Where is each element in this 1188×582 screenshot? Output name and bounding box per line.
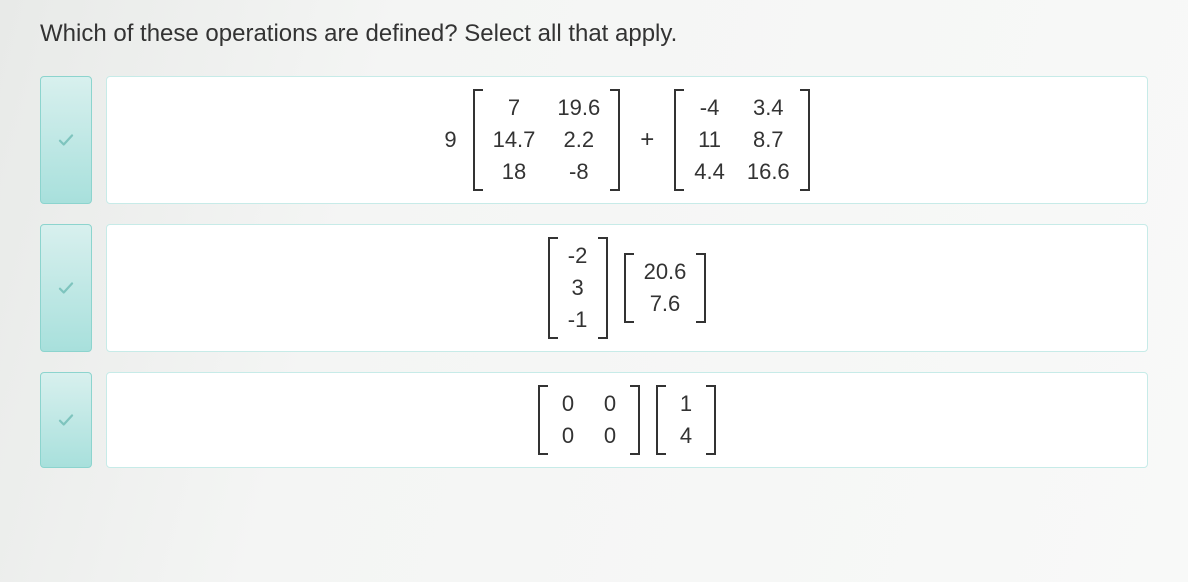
- option-row: 9 7 19.6 14.7 2.2 18 -8 +: [40, 76, 1148, 204]
- operator: +: [636, 126, 658, 154]
- option-row: -2 3 -1 20.6 7.6: [40, 224, 1148, 352]
- cell: 0: [558, 423, 578, 449]
- cell: 18: [502, 159, 526, 185]
- cell: 19.6: [557, 95, 600, 121]
- cell: 4: [676, 423, 696, 449]
- cell: 1: [676, 391, 696, 417]
- cell: -1: [568, 307, 588, 333]
- check-icon: [57, 131, 75, 149]
- option-checkbox[interactable]: [40, 224, 92, 352]
- expression: -2 3 -1 20.6 7.6: [548, 237, 707, 339]
- matrix-a: 7 19.6 14.7 2.2 18 -8: [473, 89, 621, 191]
- cell: -8: [569, 159, 589, 185]
- cell: 0: [600, 423, 620, 449]
- cell: 14.7: [493, 127, 536, 153]
- matrix-a: -2 3 -1: [548, 237, 608, 339]
- option-answer[interactable]: 9 7 19.6 14.7 2.2 18 -8 +: [106, 76, 1148, 204]
- cell: -4: [700, 95, 720, 121]
- cell: 4.4: [694, 159, 725, 185]
- cell: 20.6: [644, 259, 687, 285]
- cell: 7: [504, 95, 524, 121]
- matrix-b: 20.6 7.6: [624, 253, 707, 323]
- option-checkbox[interactable]: [40, 372, 92, 468]
- matrix-a: 0 0 0 0: [538, 385, 640, 455]
- check-icon: [57, 279, 75, 297]
- scalar: 9: [444, 127, 456, 153]
- cell: 3: [568, 275, 588, 301]
- option-answer[interactable]: -2 3 -1 20.6 7.6: [106, 224, 1148, 352]
- expression: 0 0 0 0 1 4: [538, 385, 716, 455]
- option-checkbox[interactable]: [40, 76, 92, 204]
- cell: -2: [568, 243, 588, 269]
- option-row: 0 0 0 0 1 4: [40, 372, 1148, 468]
- question-text: Which of these operations are defined? S…: [40, 20, 1148, 48]
- option-answer[interactable]: 0 0 0 0 1 4: [106, 372, 1148, 468]
- matrix-b: 1 4: [656, 385, 716, 455]
- check-icon: [57, 411, 75, 429]
- cell: 16.6: [747, 159, 790, 185]
- matrix-b: -4 3.4 11 8.7 4.4 16.6: [674, 89, 809, 191]
- cell: 7.6: [650, 291, 681, 317]
- cell: 0: [600, 391, 620, 417]
- cell: 2.2: [564, 127, 595, 153]
- cell: 11: [698, 127, 721, 153]
- options-container: 9 7 19.6 14.7 2.2 18 -8 +: [40, 76, 1148, 468]
- cell: 3.4: [753, 95, 784, 121]
- cell: 8.7: [753, 127, 784, 153]
- cell: 0: [558, 391, 578, 417]
- expression: 9 7 19.6 14.7 2.2 18 -8 +: [444, 89, 809, 191]
